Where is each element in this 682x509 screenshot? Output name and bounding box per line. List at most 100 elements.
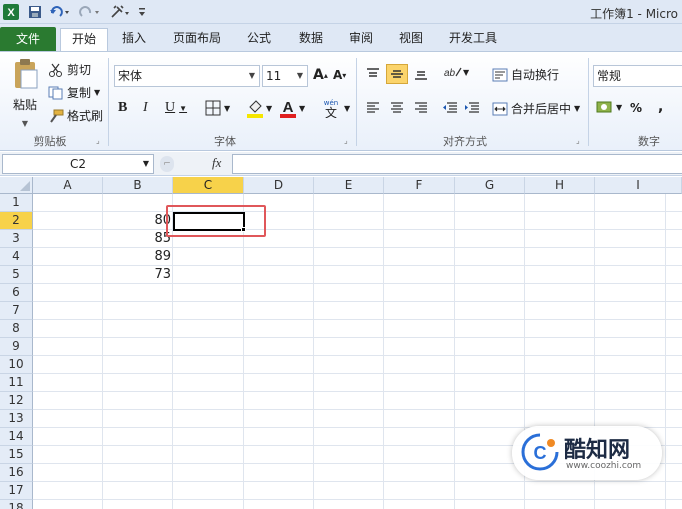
align-left-button[interactable]: [362, 98, 384, 118]
row-header[interactable]: 14: [0, 428, 33, 446]
align-middle-button[interactable]: [386, 64, 408, 84]
border-button[interactable]: ▼: [205, 100, 230, 116]
copy-label: 复制: [67, 86, 92, 100]
cut-button[interactable]: 剪切: [48, 61, 91, 78]
row-header[interactable]: 16: [0, 464, 33, 482]
grow-font-button[interactable]: A ▴: [313, 67, 328, 83]
row-header[interactable]: 10: [0, 356, 33, 374]
row-header[interactable]: 17: [0, 482, 33, 500]
column-header-d[interactable]: D: [244, 177, 314, 194]
column-header-i[interactable]: I: [595, 177, 682, 194]
column-header-a[interactable]: A: [33, 177, 103, 194]
copy-button[interactable]: 复制 ▼: [48, 84, 100, 101]
decrease-indent-button[interactable]: [440, 98, 460, 118]
select-all-button[interactable]: [0, 177, 33, 194]
comma-button[interactable]: ,: [658, 99, 663, 115]
align-right-button[interactable]: [410, 98, 432, 118]
formula-input[interactable]: [232, 154, 682, 174]
currency-icon: [596, 101, 612, 113]
row-header[interactable]: 9: [0, 338, 33, 356]
column-header-g[interactable]: G: [455, 177, 525, 194]
gridline: [33, 481, 682, 482]
font-color-button[interactable]: A ▼: [279, 98, 305, 118]
row-header[interactable]: 6: [0, 284, 33, 302]
row-header[interactable]: 8: [0, 320, 33, 338]
bold-button[interactable]: B: [118, 100, 127, 116]
customize-icon[interactable]: [136, 3, 148, 21]
cell-b5[interactable]: 73: [103, 266, 173, 284]
tab-data[interactable]: 数据: [292, 28, 330, 51]
tab-formulas[interactable]: 公式: [240, 28, 278, 51]
align-left-icon: [367, 102, 379, 113]
tab-review[interactable]: 审阅: [342, 28, 380, 51]
tab-file[interactable]: 文件: [0, 27, 56, 51]
font-name-select[interactable]: 宋体 ▼: [114, 65, 260, 87]
formula-divider-icon: ⌐: [160, 156, 174, 172]
column-header-h[interactable]: H: [525, 177, 595, 194]
format-painter-button[interactable]: 格式刷: [48, 107, 103, 124]
shrink-font-label: A: [333, 68, 343, 82]
redo-icon[interactable]: [78, 3, 102, 21]
orientation-icon: ab: [444, 67, 462, 79]
decrease-indent-icon: [443, 102, 457, 113]
row-header[interactable]: 3: [0, 230, 33, 248]
underline-button[interactable]: U ▼: [165, 100, 187, 116]
clipboard-launcher-icon[interactable]: ⌟: [96, 136, 100, 145]
column-header-c[interactable]: C: [173, 177, 244, 194]
column-header-f[interactable]: F: [384, 177, 455, 194]
row-header[interactable]: 4: [0, 248, 33, 266]
column-header-e[interactable]: E: [314, 177, 384, 194]
paste-button[interactable]: 粘贴 ▼: [8, 58, 42, 130]
tab-developer[interactable]: 开发工具: [442, 28, 504, 51]
row-header[interactable]: 18: [0, 500, 33, 509]
align-top-button[interactable]: [362, 64, 384, 84]
cell-b2[interactable]: 80: [103, 212, 173, 230]
row-header[interactable]: 1: [0, 194, 33, 212]
number-format-select[interactable]: 常规: [593, 65, 682, 87]
row-header[interactable]: 2: [0, 212, 33, 230]
row-header[interactable]: 12: [0, 392, 33, 410]
font-group-label: 字体: [214, 135, 236, 148]
chevron-down-icon: ▼: [296, 71, 303, 80]
tab-home[interactable]: 开始: [60, 28, 108, 51]
fill-color-button[interactable]: ▼: [246, 98, 272, 118]
name-box[interactable]: C2 ▼: [2, 154, 154, 174]
row-header[interactable]: 11: [0, 374, 33, 392]
wrap-text-button[interactable]: 自动换行: [492, 66, 559, 83]
tab-insert[interactable]: 插入: [114, 28, 154, 51]
number-group-label: 数字: [638, 135, 660, 148]
tab-view[interactable]: 视图: [392, 28, 430, 51]
merge-center-button[interactable]: 合并后居中 ▼: [492, 100, 580, 117]
tab-page-layout[interactable]: 页面布局: [166, 28, 228, 51]
font-launcher-icon[interactable]: ⌟: [344, 136, 348, 145]
alignment-launcher-icon[interactable]: ⌟: [576, 136, 580, 145]
insert-function-button[interactable]: fx: [212, 155, 221, 171]
paste-icon: [15, 59, 38, 89]
align-bottom-button[interactable]: [410, 64, 432, 84]
italic-button[interactable]: I: [143, 100, 148, 116]
row-header[interactable]: 7: [0, 302, 33, 320]
column-header-b[interactable]: B: [103, 177, 173, 194]
chevron-down-icon: ▼: [94, 88, 101, 97]
cell-b3[interactable]: 85: [103, 230, 173, 248]
orientation-button[interactable]: ab ▼: [442, 64, 469, 80]
shrink-font-button[interactable]: A ▾: [333, 68, 346, 82]
currency-button[interactable]: ▼: [596, 99, 622, 115]
undo-icon[interactable]: [48, 3, 72, 21]
row-header[interactable]: 15: [0, 446, 33, 464]
percent-button[interactable]: %: [630, 101, 642, 115]
annotation-highlight-box: [166, 205, 266, 237]
percent-label: %: [630, 101, 643, 115]
align-center-button[interactable]: [386, 98, 408, 118]
divider: [356, 58, 357, 146]
format-brush-icon[interactable]: [108, 3, 132, 21]
font-size-select[interactable]: 11 ▼: [262, 65, 308, 87]
row-header[interactable]: 13: [0, 410, 33, 428]
cell-b4[interactable]: 89: [103, 248, 173, 266]
save-icon[interactable]: [26, 3, 44, 21]
increase-indent-button[interactable]: [462, 98, 482, 118]
row-header[interactable]: 5: [0, 266, 33, 284]
gridline: [33, 319, 682, 320]
phonetic-button[interactable]: wén 文 ▼: [320, 98, 350, 118]
comma-label: ,: [658, 99, 664, 115]
